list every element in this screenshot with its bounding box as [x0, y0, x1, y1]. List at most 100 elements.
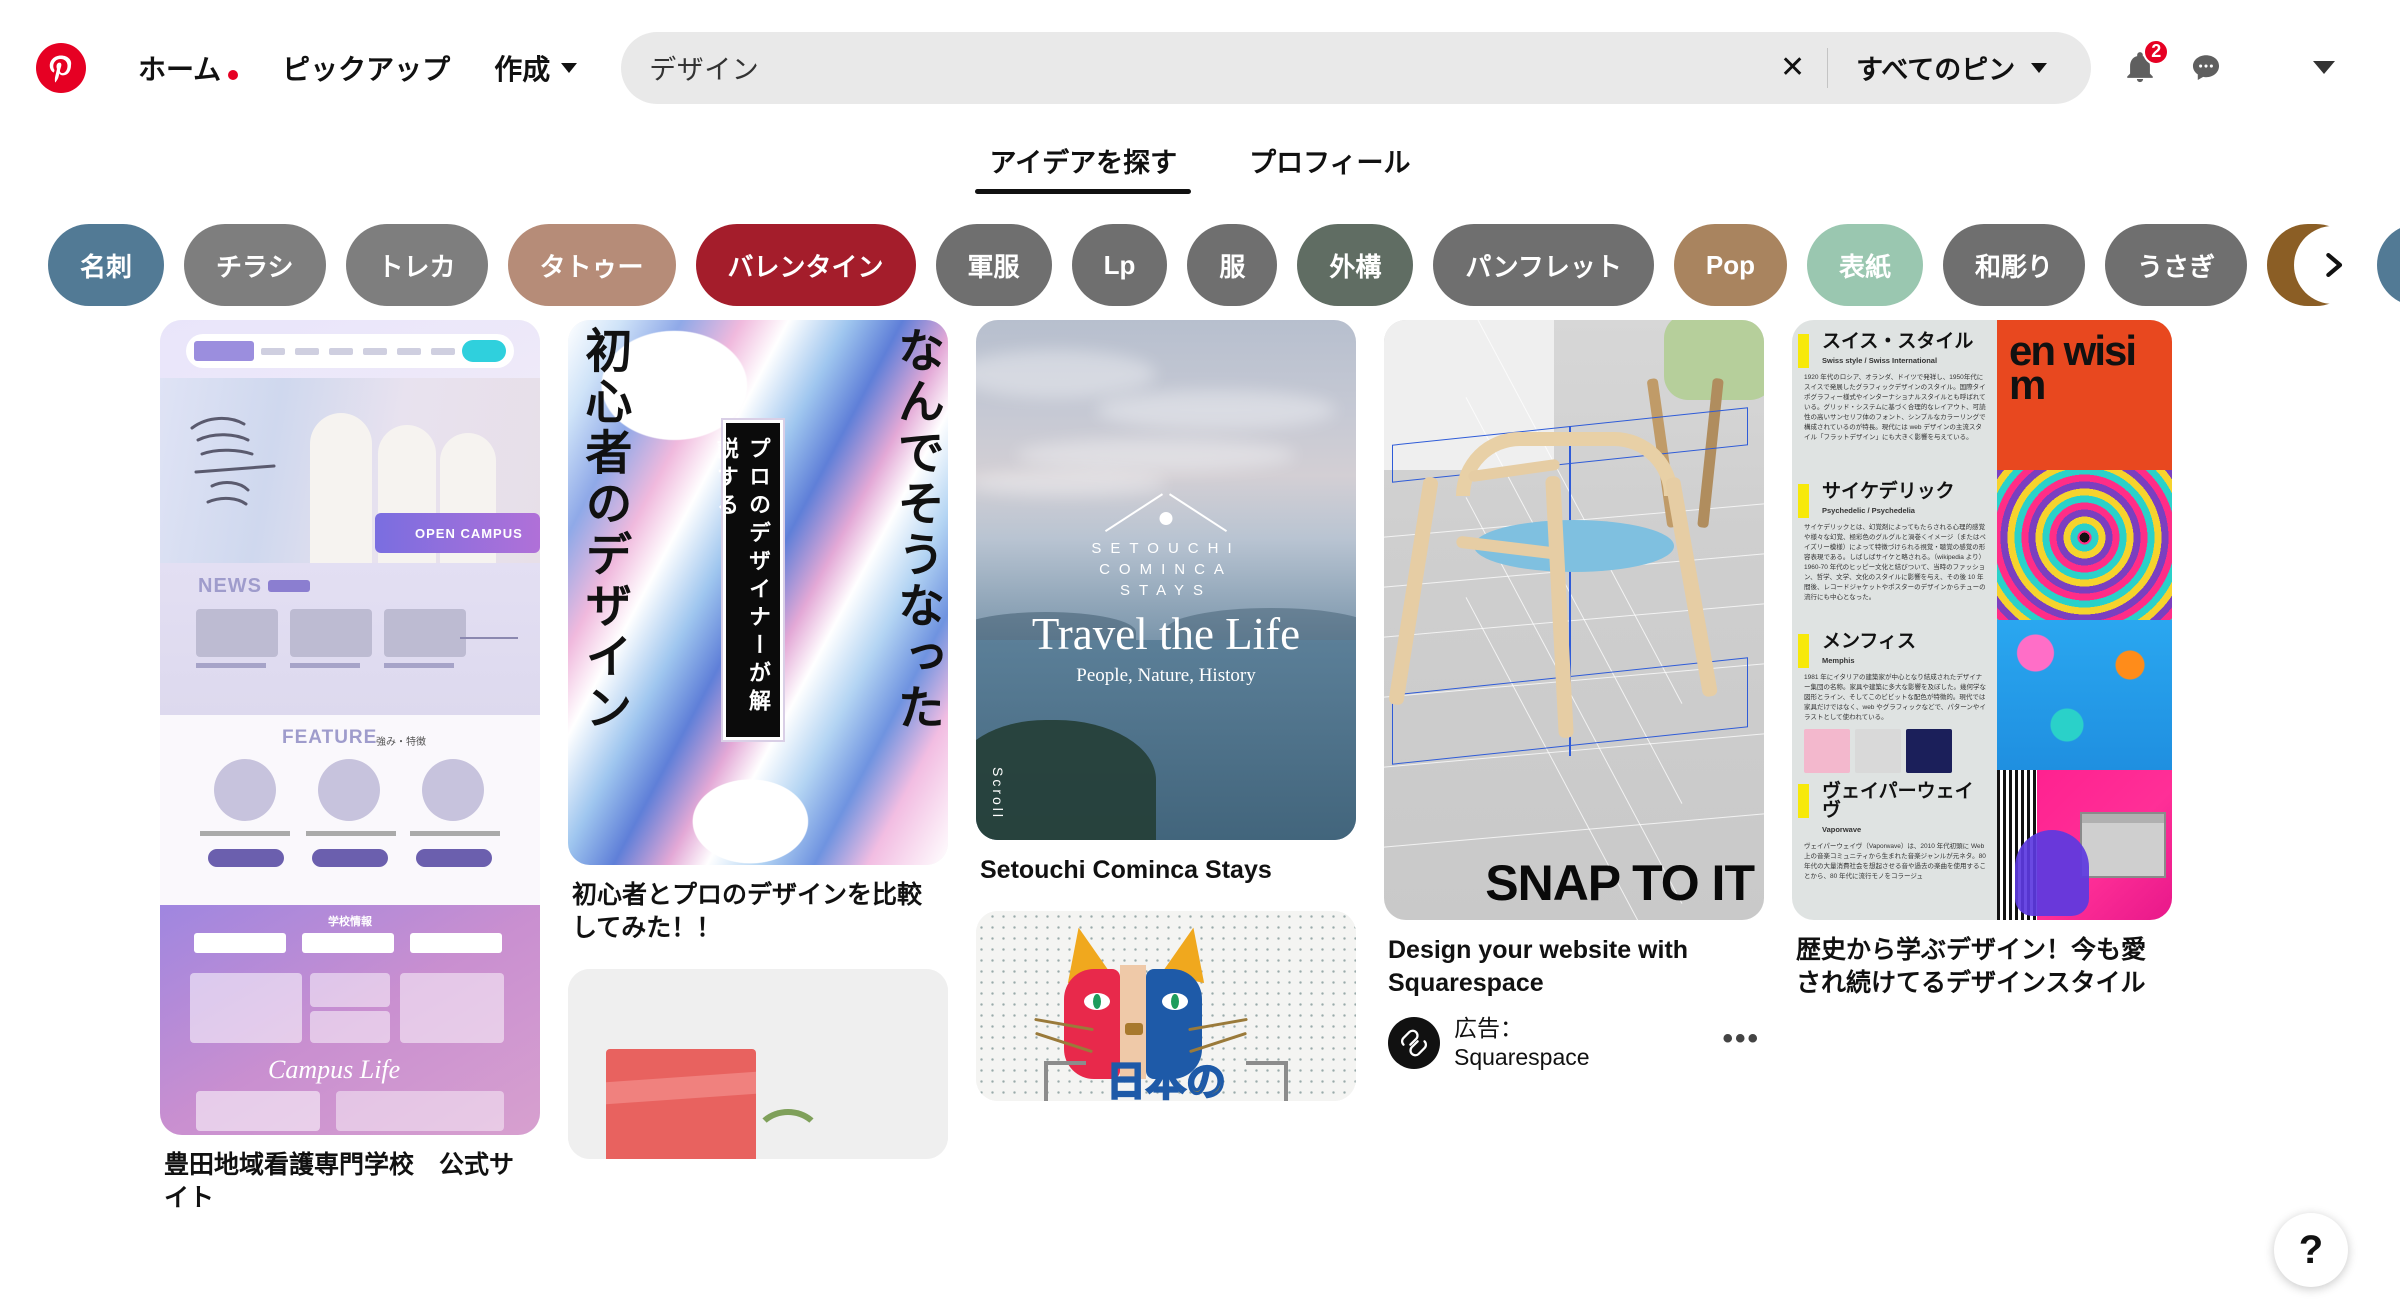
pin-image-school[interactable]: OPEN CAMPUS NEWS FEATURE 強み・特徴 学校情報 Camp…: [160, 320, 540, 1135]
style-poster-memphis: [1997, 620, 2172, 770]
chip-label: タトゥー: [539, 251, 644, 282]
pin-card-squarespace-ad[interactable]: SNAP TO IT Design your website with Squa…: [1384, 320, 1764, 1073]
chevron-right-icon: [2326, 252, 2343, 278]
grid-column-5: スイス・スタイル Swiss style / Swiss Internation…: [1792, 320, 2172, 1000]
messages-button[interactable]: [2175, 37, 2237, 99]
nav-create[interactable]: 作成: [472, 34, 599, 102]
style-body: 1981 年にイタリアの建築家が中心となり結成されたデザイナー集団の名称。家具や…: [1804, 674, 1986, 722]
chip-tattoo[interactable]: タトゥー: [507, 224, 676, 306]
nav-pickup-label: ピックアップ: [282, 53, 451, 85]
setouchi-scroll-label: Scroll: [990, 766, 1006, 820]
pin-card-setouchi[interactable]: SETOUCHI COMINCA STAYS Travel the Life P…: [976, 320, 1356, 887]
design-styles-artwork: スイス・スタイル Swiss style / Swiss Internation…: [1792, 320, 2172, 920]
ad-advertiser-block: 広告： Squarespace: [1454, 1014, 1708, 1073]
search-input[interactable]: デザイン: [649, 48, 1758, 87]
grid-column-2: なんでそうなった 初心者のデザイン プロのデザイナーが解説する 初心者とプロのデ…: [568, 320, 948, 1159]
statue-head: [2015, 830, 2089, 916]
cat-poster-artwork: 日本の: [976, 911, 1356, 1101]
grid-column-3: SETOUCHI COMINCA STAYS Travel the Life P…: [976, 320, 1356, 1101]
yellow-marker: [1798, 484, 1809, 518]
chevron-down-icon: [2031, 62, 2048, 73]
chip-label: うさぎ: [2137, 251, 2216, 282]
chip-usagi[interactable]: うさぎ: [2105, 224, 2248, 306]
search-filter-dropdown[interactable]: すべてのピン: [1828, 48, 2065, 87]
chip-toreka[interactable]: トレカ: [345, 224, 488, 306]
close-icon[interactable]: ✕: [1758, 52, 1827, 83]
setouchi-artwork: SETOUCHI COMINCA STAYS Travel the Life P…: [976, 320, 1356, 840]
style-text-memphis: メンフィス Memphis 1981 年にイタリアの建築家が中心となり結成された…: [1792, 620, 1997, 774]
style-text-psychedelic: サイケデリック Psychedelic / Psychedelia サイケデリッ…: [1792, 470, 1997, 620]
pin-image-redbox[interactable]: [568, 969, 948, 1159]
chip-valentine[interactable]: バレンタイン: [695, 224, 916, 306]
chip-fuku[interactable]: 服: [1187, 224, 1278, 306]
tab-profiles[interactable]: プロフィール: [1235, 135, 1424, 194]
style-body: サイケデリックとは、幻覚剤によってもたらされる心理的感覚や様々な幻覚、極彩色のグ…: [1804, 524, 1986, 602]
pin-card-marble[interactable]: なんでそうなった 初心者のデザイン プロのデザイナーが解説する 初心者とプロのデ…: [568, 320, 948, 945]
tab-explore-ideas-label: アイデアを探す: [989, 148, 1178, 178]
style-text-vaporwave: ヴェイパーウェイヴ Vaporwave ヴェイパーウェイヴ（Vaporwave）…: [1792, 770, 1997, 920]
chip-hyoushi[interactable]: 表紙: [1807, 224, 1924, 306]
style-entry-vaporwave: ヴェイパーウェイヴ Vaporwave ヴェイパーウェイヴ（Vaporwave）…: [1792, 770, 2172, 920]
vine-shape: [753, 1109, 823, 1159]
chip-facade[interactable]: ファサード: [2377, 224, 2400, 306]
chip-chirashi[interactable]: チラシ: [184, 224, 326, 306]
help-button[interactable]: ?: [2274, 1213, 2348, 1287]
style-entry-psychedelic: サイケデリック Psychedelic / Psychedelia サイケデリッ…: [1792, 470, 2172, 620]
pin-image-design-styles[interactable]: スイス・スタイル Swiss style / Swiss Internation…: [1792, 320, 2172, 920]
school-handwriting-art: [190, 417, 276, 506]
search-bar[interactable]: デザイン ✕ すべてのピン: [621, 31, 2092, 104]
pin-card-school[interactable]: OPEN CAMPUS NEWS FEATURE 強み・特徴 学校情報 Camp…: [160, 320, 540, 1215]
more-options-icon[interactable]: •••: [1722, 1022, 1760, 1064]
chip-label: Pop: [1705, 249, 1755, 280]
tab-profiles-label: プロフィール: [1249, 148, 1411, 178]
style-subheading: Memphis: [1822, 656, 1855, 665]
vaporwave-poster: [1997, 770, 2172, 920]
marble-text-left: 初心者のデザイン: [577, 326, 630, 734]
yellow-marker: [1798, 784, 1809, 818]
search-result-tabs: アイデアを探す プロフィール: [0, 135, 2400, 210]
squarespace-logo-avatar[interactable]: [1388, 1017, 1440, 1070]
chevron-down-icon: [561, 62, 578, 73]
nav-home-dot-badge: [228, 69, 239, 80]
pin-title-school: 豊田地域看護専門学校 公式サイト: [164, 1151, 515, 1212]
chip-pop[interactable]: Pop: [1673, 224, 1787, 306]
related-search-chips: 名刺 チラシ トレカ タトゥー バレンタイン 軍服 Lp 服 外構 パンフレット…: [0, 210, 2400, 320]
swiss-poster-text: en wisi m: [2009, 327, 2137, 409]
setouchi-logo-line1: SETOUCHI: [1091, 540, 1241, 557]
chip-gunpuku[interactable]: 軍服: [935, 224, 1052, 306]
red-box-shape: [606, 1049, 756, 1159]
chip-label: バレンタイン: [727, 251, 884, 282]
chips-next-button[interactable]: [2300, 232, 2366, 298]
nav-home[interactable]: ホーム: [116, 34, 260, 102]
chip-wabori[interactable]: 和彫り: [1943, 224, 2086, 306]
chair-arm: [1456, 432, 1678, 496]
chip-label: 軍服: [967, 251, 1020, 282]
pinterest-logo[interactable]: [36, 42, 86, 93]
nav-create-label: 作成: [494, 53, 551, 85]
tab-explore-ideas[interactable]: アイデアを探す: [975, 135, 1191, 194]
school-site-artwork: OPEN CAMPUS NEWS FEATURE 強み・特徴 学校情報 Camp…: [160, 320, 540, 1135]
pin-title-setouchi: Setouchi Cominca Stays: [980, 856, 1272, 884]
nav-pickup[interactable]: ピックアップ: [260, 34, 472, 102]
chip-gaikou[interactable]: 外構: [1297, 224, 1414, 306]
pin-image-setouchi[interactable]: SETOUCHI COMINCA STAYS Travel the Life P…: [976, 320, 1356, 840]
style-heading: スイス・スタイル: [1822, 331, 1974, 352]
school-nav-mock: [186, 334, 514, 368]
chip-lp[interactable]: Lp: [1071, 224, 1168, 306]
pin-image-marble[interactable]: なんでそうなった 初心者のデザイン プロのデザイナーが解説する: [568, 320, 948, 865]
sun-icon: [1159, 512, 1173, 525]
search-filter-label: すべてのピン: [1856, 55, 2016, 85]
chip-meishi[interactable]: 名刺: [48, 224, 165, 306]
yellow-marker: [1798, 334, 1809, 368]
pin-card-cat[interactable]: 日本の: [976, 911, 1356, 1101]
header-icon-group: 2: [2109, 37, 2355, 99]
pin-image-squarespace[interactable]: SNAP TO IT: [1384, 320, 1764, 920]
pin-image-cat[interactable]: 日本の: [976, 911, 1356, 1101]
chip-pamphlet[interactable]: パンフレット: [1433, 224, 1654, 306]
style-subheading: Swiss style / Swiss International: [1822, 356, 1938, 365]
notifications-button[interactable]: 2: [2109, 37, 2171, 99]
pin-card-redbox[interactable]: [568, 969, 948, 1159]
account-menu-button[interactable]: [2293, 37, 2355, 99]
pin-card-design-styles[interactable]: スイス・スタイル Swiss style / Swiss Internation…: [1792, 320, 2172, 1000]
marble-text-right: なんでそうなった: [890, 326, 942, 734]
